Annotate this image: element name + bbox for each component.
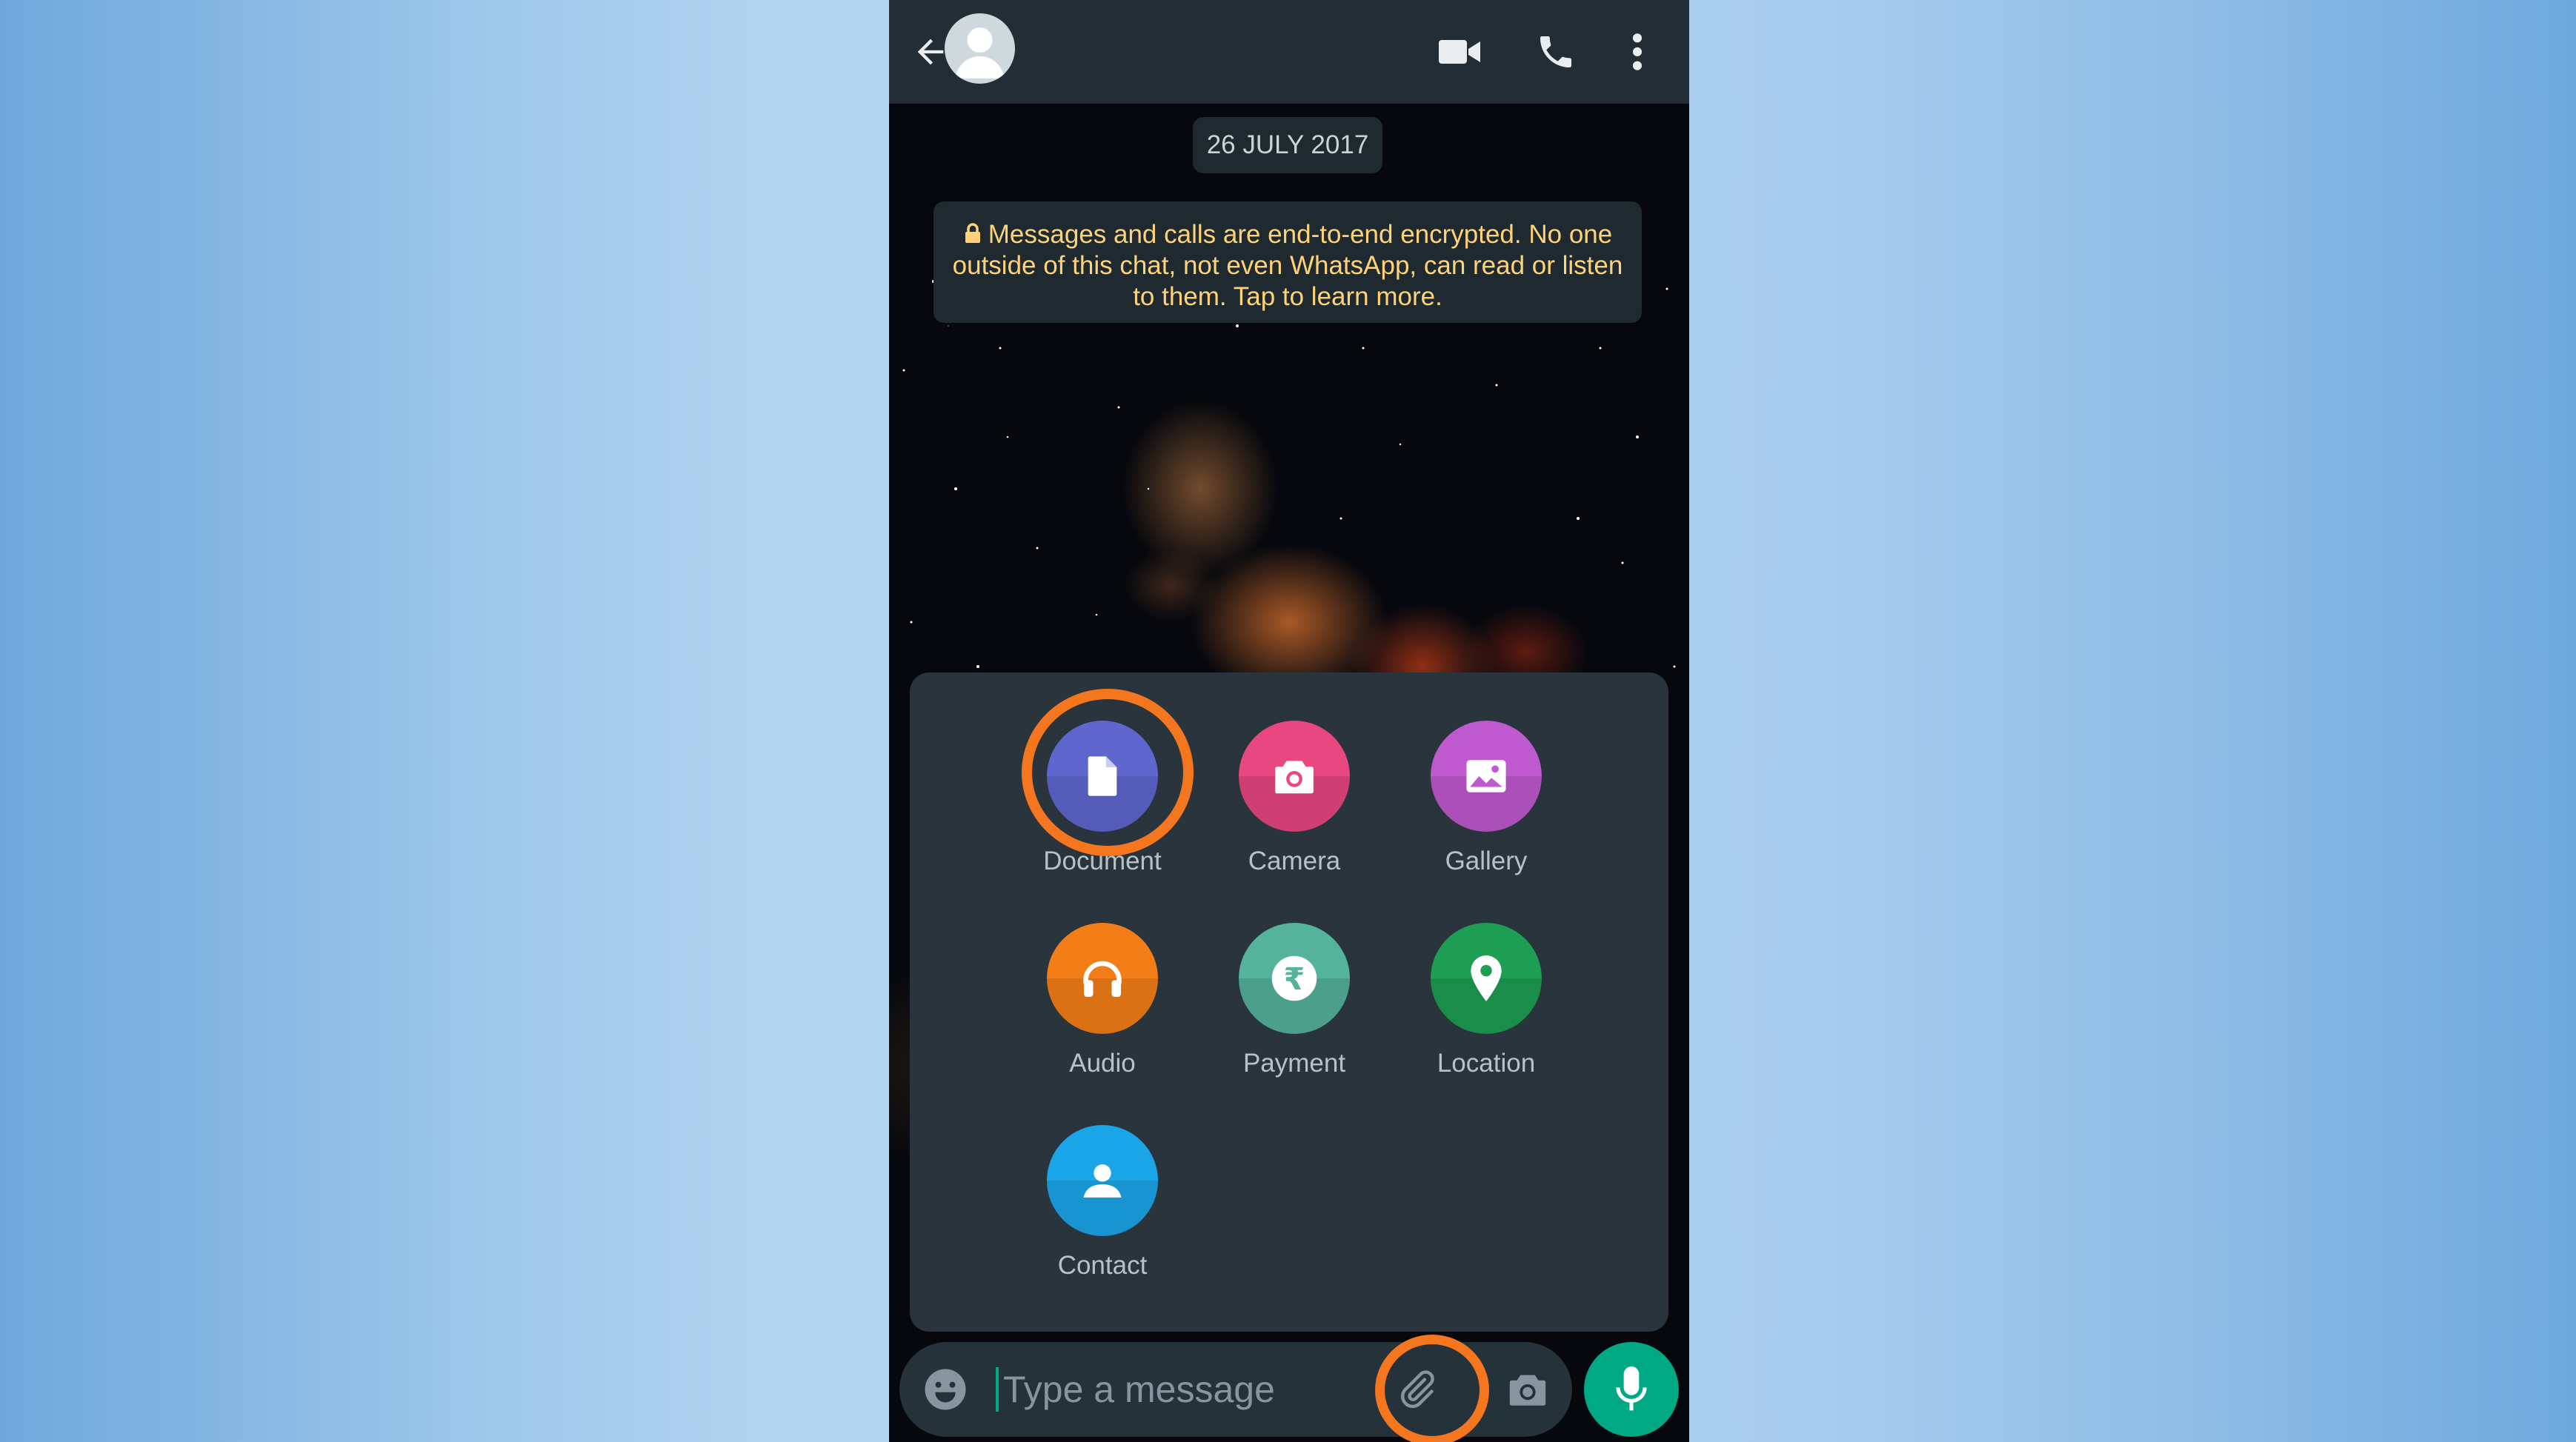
camera-button[interactable] [1500,1361,1556,1418]
document-icon [1047,721,1158,832]
attach-audio-label: Audio [1069,1049,1136,1078]
more-options-button[interactable] [1604,19,1671,85]
date-chip: 26 JULY 2017 [1193,117,1382,173]
attach-contact[interactable]: Contact [1014,1125,1191,1281]
attach-camera[interactable]: Camera [1205,721,1383,876]
text-caret [996,1367,999,1412]
camera-icon [1239,721,1350,832]
rupee-icon: ₹ [1239,923,1350,1034]
headphones-icon [1047,923,1158,1034]
chat-header [889,0,1689,104]
voice-call-button[interactable] [1522,19,1589,85]
attach-button[interactable] [1388,1361,1445,1418]
attach-gallery-label: Gallery [1445,847,1528,875]
emoji-icon [925,1369,966,1410]
emoji-button[interactable] [919,1363,972,1416]
message-input[interactable] [1003,1360,1359,1419]
attach-gallery[interactable]: Gallery [1397,721,1575,876]
microphone-icon [1616,1366,1647,1411]
paperclip-icon [1401,1370,1434,1409]
attach-location-label: Location [1437,1049,1536,1078]
svg-text:₹: ₹ [1284,961,1305,997]
phone-screen: 26 JULY 2017 Messages and calls are end-… [889,0,1689,1442]
message-composer [899,1342,1572,1437]
attach-document[interactable]: Document [1014,721,1191,876]
video-call-button[interactable] [1426,19,1493,85]
gallery-icon [1431,721,1542,832]
voice-call-icon [1540,36,1571,67]
location-pin-icon [1431,923,1542,1034]
attachment-menu: Document Camera Gallery Audio ₹ Payment [910,672,1668,1332]
attach-location[interactable]: Location [1397,923,1575,1078]
default-avatar-icon [955,27,1005,79]
attach-payment-label: Payment [1242,1049,1346,1078]
back-arrow-icon [917,39,944,65]
attach-document-label: Document [1043,847,1162,875]
avatar[interactable] [945,13,1015,84]
encryption-notice[interactable]: Messages and calls are end-to-end encryp… [933,201,1642,323]
attach-audio[interactable]: Audio [1014,923,1191,1078]
attach-contact-label: Contact [1057,1251,1148,1280]
attach-camera-label: Camera [1248,847,1341,875]
voice-message-button[interactable] [1584,1342,1679,1437]
video-call-icon [1439,40,1480,64]
lock-icon [965,223,980,243]
encryption-notice-text: Messages and calls are end-to-end encryp… [952,220,1623,311]
camera-icon [1509,1375,1546,1406]
contact-icon [1047,1125,1158,1236]
more-options-icon [1632,33,1643,70]
attach-payment[interactable]: ₹ Payment [1205,923,1383,1078]
